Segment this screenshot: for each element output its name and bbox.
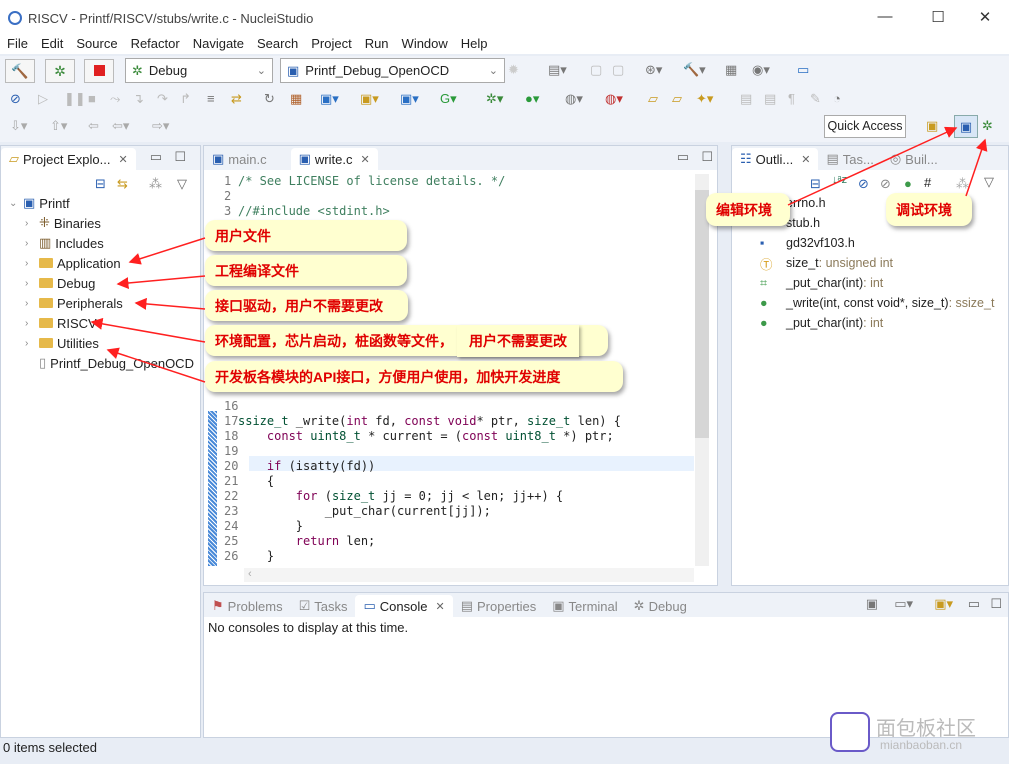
arrow-riscv	[90, 317, 206, 343]
arrow-application	[128, 237, 206, 265]
arrow-debug-env	[965, 138, 988, 197]
annotation-arrows	[90, 126, 988, 383]
arrow-debug	[116, 275, 206, 290]
arrow-utilities	[106, 347, 206, 383]
arrow-peripherals	[134, 297, 206, 310]
arrow-edit-env	[787, 126, 958, 206]
